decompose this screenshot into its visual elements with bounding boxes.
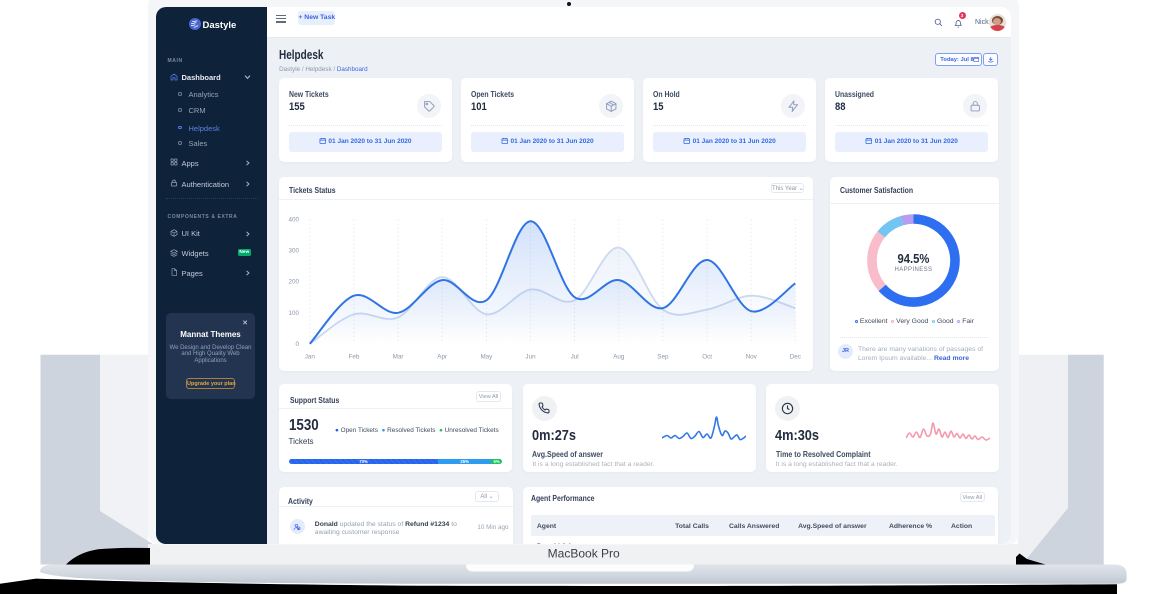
- svg-text:Dec: Dec: [790, 354, 801, 361]
- svg-text:Jan: Jan: [305, 354, 316, 361]
- svg-text:300: 300: [288, 248, 299, 255]
- svg-text:200: 200: [288, 279, 299, 286]
- svg-text:MacBook Pro: MacBook Pro: [548, 547, 620, 561]
- svg-text:400: 400: [288, 217, 299, 224]
- svg-text:Apr: Apr: [437, 354, 447, 361]
- svg-text:Oct: Oct: [702, 354, 712, 361]
- svg-text:Aug: Aug: [613, 354, 625, 361]
- svg-text:Mar: Mar: [393, 354, 404, 361]
- svg-text:Jun: Jun: [525, 354, 536, 361]
- svg-text:May: May: [480, 354, 493, 361]
- svg-text:Jul: Jul: [571, 354, 579, 361]
- svg-text:Feb: Feb: [348, 354, 359, 361]
- svg-text:0: 0: [295, 341, 299, 348]
- svg-text:Nov: Nov: [746, 354, 758, 361]
- svg-text:Sep: Sep: [657, 354, 669, 361]
- svg-text:100: 100: [288, 310, 299, 317]
